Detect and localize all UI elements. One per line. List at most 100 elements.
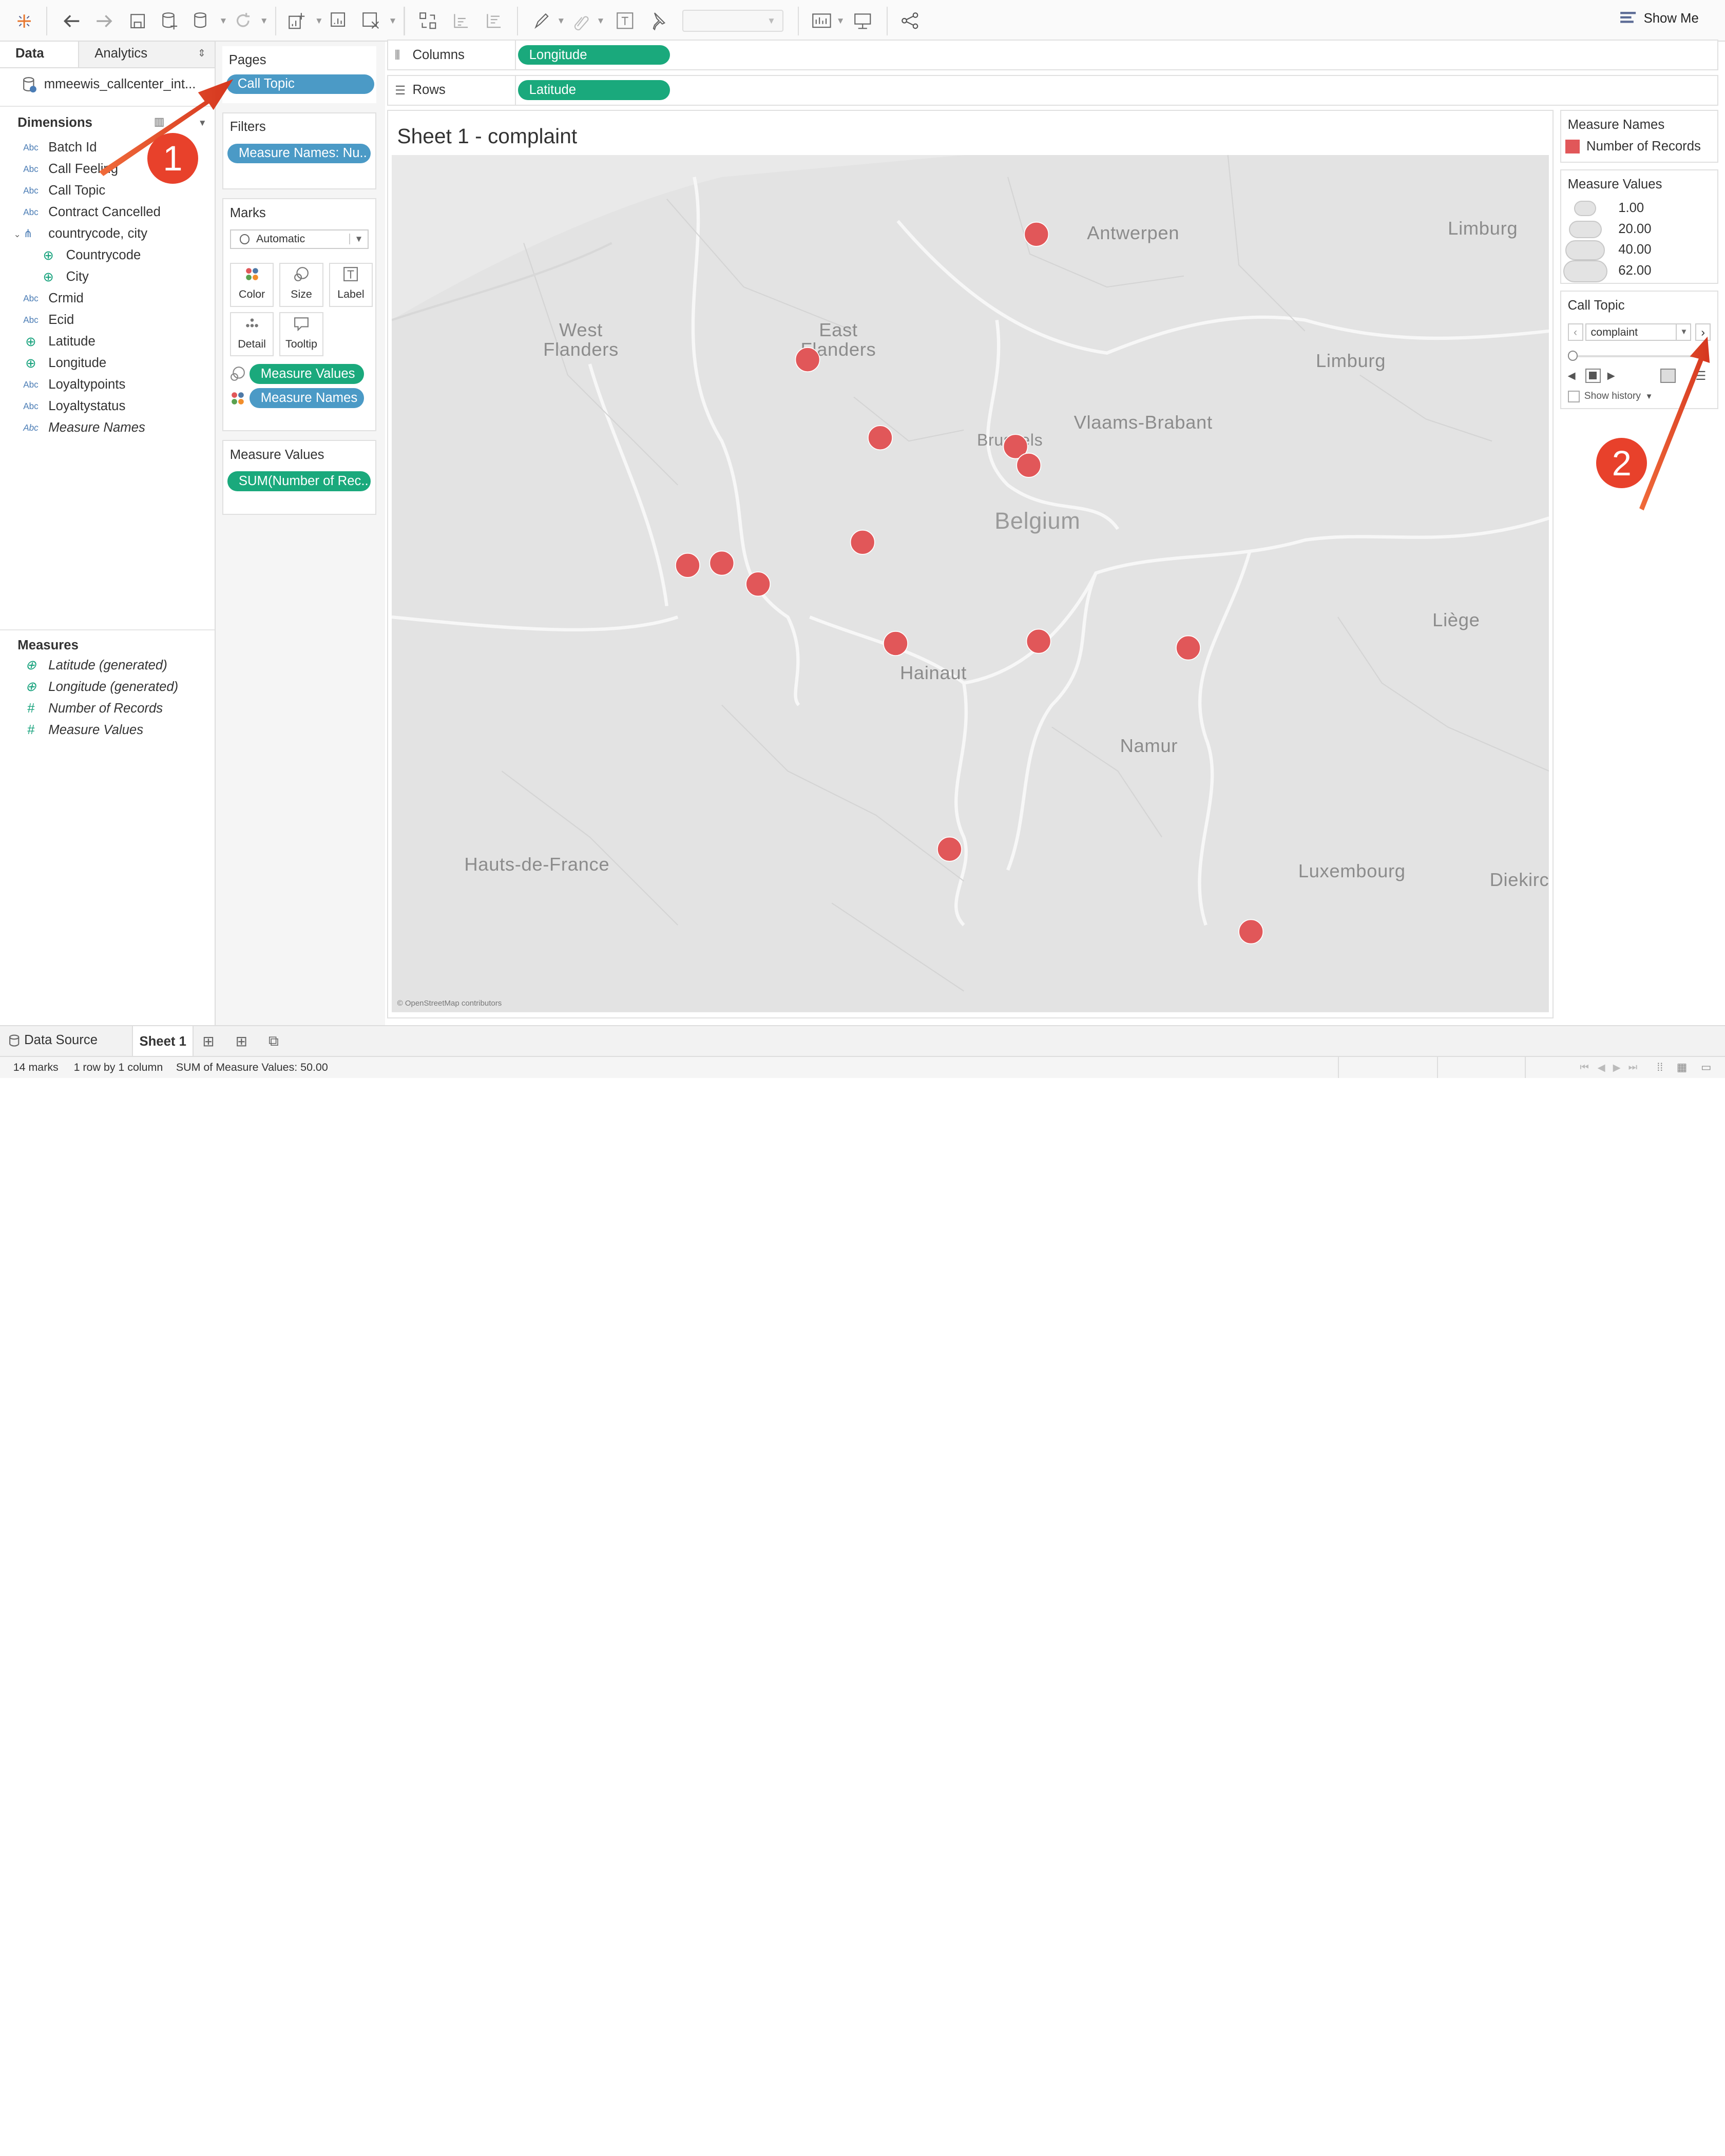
- dimension-loyaltypoints[interactable]: Abc Loyaltypoints: [0, 374, 215, 396]
- tableau-logo-icon[interactable]: [12, 9, 36, 33]
- speed-fast-icon[interactable]: ☰: [1695, 369, 1706, 383]
- legend-item-number-of-records[interactable]: Number of Records: [1561, 139, 1718, 154]
- swap-rows-columns-icon[interactable]: [416, 9, 440, 33]
- refresh-icon[interactable]: [231, 9, 255, 33]
- speed-slow-icon[interactable]: [1660, 368, 1676, 383]
- save-icon[interactable]: [125, 9, 149, 33]
- filter-pill-measure-names[interactable]: Measure Names: Nu..: [227, 143, 371, 164]
- page-playback-back[interactable]: ◀: [1568, 370, 1576, 382]
- new-dashboard-tab-icon[interactable]: ⊞: [236, 1033, 247, 1050]
- presentation-mode-icon[interactable]: [851, 9, 875, 33]
- rows-pill-latitude[interactable]: Latitude: [518, 80, 670, 100]
- measure-latitude-generated[interactable]: ⊕ Latitude (generated): [0, 654, 215, 676]
- map-mark-circle[interactable]: [1026, 628, 1051, 654]
- mark-type-dropdown[interactable]: Automatic ▼: [229, 229, 369, 249]
- sheet-sorter-icon[interactable]: ⁞⁞: [1657, 1061, 1663, 1074]
- search-fields-icon[interactable]: ▥: [154, 116, 164, 128]
- dimensions-menu-icon[interactable]: ▼: [198, 118, 207, 128]
- datasource-item[interactable]: mmeewis_callcenter_int...: [0, 68, 215, 101]
- sort-ascending-icon[interactable]: [449, 9, 473, 33]
- page-slider-handle[interactable]: [1567, 351, 1578, 361]
- tab-sheet-1[interactable]: Sheet 1: [132, 1026, 194, 1057]
- dimension-ecid[interactable]: Abc Ecid: [0, 310, 215, 331]
- data-source-tab[interactable]: Data Source: [9, 1033, 98, 1048]
- sort-descending-icon[interactable]: [482, 9, 506, 33]
- tab-menu-icon[interactable]: ⇕: [198, 47, 206, 60]
- page-playback-forward[interactable]: ▶: [1607, 370, 1615, 382]
- map-mark-circle[interactable]: [745, 571, 771, 597]
- tab-analytics[interactable]: Analytics ⇕: [79, 42, 215, 67]
- pause-updates-icon[interactable]: [189, 9, 214, 33]
- group-members-icon[interactable]: [569, 9, 593, 33]
- redo-icon[interactable]: [92, 9, 117, 33]
- map-mark-circle[interactable]: [675, 553, 700, 578]
- map-mark-circle[interactable]: [795, 347, 820, 373]
- measure-longitude-generated[interactable]: ⊕ Longitude (generated): [0, 676, 215, 698]
- dimension-measure-names[interactable]: Abc Measure Names: [0, 417, 215, 439]
- marks-pill-measure-values[interactable]: Measure Values: [250, 364, 365, 384]
- map-mark-circle[interactable]: [936, 836, 962, 862]
- clear-sheet-icon[interactable]: [359, 9, 383, 33]
- dimension-longitude[interactable]: ⊕ Longitude: [0, 353, 215, 374]
- last-sheet-icon[interactable]: ⏭: [1628, 1062, 1637, 1073]
- size-legend-item[interactable]: 20.00: [1561, 219, 1718, 240]
- dimension-contract-cancelled[interactable]: Abc Contract Cancelled: [0, 202, 215, 223]
- page-prev-button[interactable]: ‹: [1567, 323, 1583, 341]
- measure-values-pill[interactable]: SUM(Number of Rec..: [227, 471, 371, 491]
- map-mark-circle[interactable]: [1175, 635, 1201, 661]
- dimension-latitude[interactable]: ⊕ Latitude: [0, 331, 215, 353]
- duplicate-sheet-icon[interactable]: [327, 9, 351, 33]
- columns-pill-longitude[interactable]: Longitude: [518, 45, 670, 65]
- presentation-layout-icon[interactable]: [810, 9, 834, 33]
- map-mark-circle[interactable]: [850, 530, 875, 555]
- filmstrip-icon[interactable]: ▦: [1677, 1061, 1687, 1074]
- prev-sheet-icon[interactable]: ◀: [1598, 1062, 1605, 1074]
- map-mark-circle[interactable]: [1024, 222, 1049, 247]
- marks-label-button[interactable]: Label: [329, 263, 373, 307]
- size-legend-item[interactable]: 1.00: [1561, 199, 1718, 220]
- show-me-button[interactable]: Show Me: [1619, 11, 1699, 26]
- show-history-checkbox[interactable]: [1567, 390, 1580, 403]
- next-sheet-icon[interactable]: ▶: [1613, 1062, 1621, 1074]
- new-story-tab-icon[interactable]: ⧉: [269, 1033, 279, 1050]
- map-mark-circle[interactable]: [1238, 919, 1264, 945]
- page-next-button[interactable]: ›: [1695, 323, 1711, 341]
- page-playback-stop[interactable]: [1585, 368, 1601, 383]
- pages-pill-call-topic[interactable]: Call Topic: [226, 74, 374, 94]
- marks-tooltip-button[interactable]: Tooltip: [279, 312, 323, 357]
- measure-number-of-records[interactable]: # Number of Records: [0, 698, 215, 719]
- new-datasource-icon[interactable]: [157, 9, 181, 33]
- page-select[interactable]: complaint ▼: [1585, 323, 1691, 341]
- dimension-call-topic[interactable]: Abc Call Topic: [0, 180, 215, 202]
- dimension-countrycode[interactable]: ⊕ Countrycode: [0, 245, 215, 266]
- map-mark-circle[interactable]: [883, 631, 908, 657]
- pin-icon[interactable]: [645, 9, 669, 33]
- new-worksheet-tab-icon[interactable]: ⊞: [202, 1033, 214, 1050]
- dimension-city[interactable]: ⊕ City: [0, 266, 215, 288]
- marks-pill-measure-names[interactable]: Measure Names: [250, 388, 365, 408]
- map-view[interactable]: Antwerpen Limburg West Flanders East Flanders…: [391, 155, 1549, 1012]
- marks-detail-button[interactable]: Detail: [229, 312, 274, 357]
- map-mark-circle[interactable]: [867, 425, 893, 451]
- show-mark-labels-icon[interactable]: [613, 9, 637, 33]
- dimension-crmid[interactable]: Abc Crmid: [0, 288, 215, 310]
- show-history-toggle[interactable]: Show history ▼: [1567, 390, 1653, 403]
- fit-dropdown[interactable]: ▼: [682, 10, 783, 32]
- new-worksheet-icon[interactable]: [285, 9, 309, 33]
- tabs-view-icon[interactable]: ▭: [1701, 1061, 1711, 1074]
- page-slider[interactable]: [1572, 355, 1709, 358]
- size-legend-item[interactable]: 62.00: [1561, 260, 1718, 282]
- highlight-icon[interactable]: [529, 9, 553, 33]
- first-sheet-icon[interactable]: ⏮: [1580, 1062, 1588, 1073]
- map-mark-circle[interactable]: [709, 550, 735, 576]
- dimension-loyaltystatus[interactable]: Abc Loyaltystatus: [0, 396, 215, 417]
- share-icon[interactable]: [898, 9, 922, 33]
- size-legend-item[interactable]: 40.00: [1561, 240, 1718, 261]
- marks-color-button[interactable]: Color: [229, 263, 274, 307]
- dimension-countrycode-city[interactable]: ⌄ ⋔ countrycode, city: [0, 223, 215, 245]
- marks-size-button[interactable]: Size: [279, 263, 323, 307]
- tab-data[interactable]: Data: [0, 42, 80, 67]
- undo-icon[interactable]: [60, 9, 84, 33]
- measure-measure-values[interactable]: # Measure Values: [0, 719, 215, 741]
- map-mark-circle[interactable]: [1016, 453, 1042, 478]
